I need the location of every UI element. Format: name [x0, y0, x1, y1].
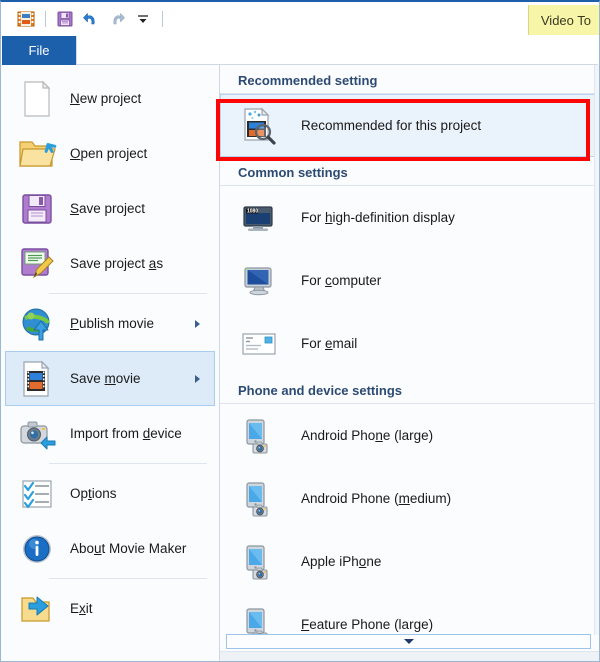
option-label: Apple iPhone — [301, 554, 382, 569]
option-for-email[interactable]: For email — [220, 312, 599, 375]
option-label: Android Phone (large) — [301, 428, 434, 443]
option-feature-phone-large[interactable]: Feature Phone (large) — [220, 593, 599, 635]
option-label: For computer — [301, 273, 382, 288]
menu-item-label: Save project — [70, 201, 146, 216]
section-header-recommended-setting: Recommended setting — [220, 65, 599, 94]
menu-item-new-project[interactable]: New project — [5, 71, 215, 126]
menu-item-label: Save movie — [70, 371, 141, 386]
menu-item-publish-movie[interactable]: Publish movie — [5, 296, 215, 351]
info-icon — [16, 528, 58, 570]
floppy-disk-icon — [16, 188, 58, 230]
camera-import-icon — [16, 413, 58, 455]
open-folder-icon — [16, 133, 58, 175]
quick-access-toolbar: Video To — [0, 0, 600, 36]
phone-camera-icon — [239, 479, 279, 519]
movie-maker-icon[interactable] — [13, 6, 39, 32]
section-header-phone-and-device-settings: Phone and device settings — [220, 375, 599, 404]
option-recommended-for-this-project[interactable]: Recommended for this project — [220, 94, 599, 157]
ribbon-tab-strip-empty — [76, 36, 598, 65]
option-label: Android Phone (medium) — [301, 491, 452, 506]
option-for-computer[interactable]: For computer — [220, 249, 599, 312]
menu-item-label: New project — [70, 91, 142, 106]
menu-item-label: Import from device — [70, 426, 182, 441]
option-android-phone-large[interactable]: Android Phone (large) — [220, 404, 599, 467]
submenu-arrow-icon — [195, 319, 200, 328]
option-label: Recommended for this project — [301, 118, 482, 133]
hd-monitor-1080-icon: 1080 — [239, 198, 279, 238]
chevron-down-icon — [403, 639, 414, 644]
phone-camera-icon — [239, 605, 279, 635]
menu-item-save-project-as[interactable]: Save project as — [5, 236, 215, 291]
redo-icon[interactable] — [104, 6, 130, 32]
floppy-disk-pencil-icon — [16, 243, 58, 285]
phone-camera-icon — [239, 416, 279, 456]
svg-text:1080: 1080 — [247, 208, 258, 214]
menu-item-open-project[interactable]: Open project — [5, 126, 215, 181]
menu-item-import-from-device[interactable]: Import from device — [5, 406, 215, 461]
submenu-arrow-icon — [195, 374, 200, 383]
exit-folder-icon — [16, 588, 58, 630]
save-movie-settings-panel: Recommended setting Recommended for this… — [220, 65, 599, 661]
new-document-icon — [16, 78, 58, 120]
film-document-icon — [16, 358, 58, 400]
save-icon[interactable] — [52, 6, 78, 32]
option-for-high-definition-display[interactable]: 1080 For high-definition display — [220, 186, 599, 249]
menu-separator — [49, 293, 207, 294]
ribbon-tab-strip: File — [0, 36, 600, 65]
option-label: For high-definition display — [301, 210, 455, 225]
phone-camera-icon — [239, 542, 279, 582]
option-android-phone-medium[interactable]: Android Phone (medium) — [220, 467, 599, 530]
menu-separator — [49, 463, 207, 464]
option-label: For email — [301, 336, 358, 351]
settings-scroll-area: Recommended setting Recommended for this… — [220, 65, 599, 635]
vertical-scrollbar[interactable] — [594, 65, 599, 635]
scroll-down-button[interactable] — [226, 634, 591, 649]
computer-monitor-icon — [239, 261, 279, 301]
backstage-view: New project Open project Save project Sa… — [0, 65, 600, 662]
option-label: Feature Phone (large) — [301, 617, 434, 632]
menu-item-label: Exit — [70, 601, 93, 616]
menu-item-save-project[interactable]: Save project — [5, 181, 215, 236]
toolbar-separator-1 — [45, 11, 46, 27]
menu-item-exit[interactable]: Exit — [5, 581, 215, 636]
recommended-settings-icon — [239, 106, 279, 146]
undo-icon[interactable] — [78, 6, 104, 32]
customize-quick-access-icon[interactable] — [130, 6, 156, 32]
globe-upload-icon — [16, 303, 58, 345]
menu-item-label: Open project — [70, 146, 148, 161]
menu-item-about-movie-maker[interactable]: About Movie Maker — [5, 521, 215, 576]
menu-item-label: Publish movie — [70, 316, 155, 331]
menu-separator — [49, 578, 207, 579]
video-tools-contextual-tab[interactable]: Video To — [527, 5, 599, 35]
menu-item-label: Options — [70, 486, 117, 501]
file-menu-list: New project Open project Save project Sa… — [1, 65, 220, 661]
menu-item-label: About Movie Maker — [70, 541, 187, 556]
option-apple-iphone[interactable]: Apple iPhone — [220, 530, 599, 593]
tab-file[interactable]: File — [2, 36, 76, 65]
section-header-common-settings: Common settings — [220, 157, 599, 186]
panel-bottom-edge — [220, 651, 599, 661]
toolbar-separator-2 — [162, 11, 163, 27]
menu-item-options[interactable]: Options — [5, 466, 215, 521]
menu-item-save-movie[interactable]: Save movie — [5, 351, 215, 406]
menu-item-label: Save project as — [70, 256, 164, 271]
movie-maker-window: Video To File New project Open project S… — [0, 0, 600, 662]
checklist-icon — [16, 473, 58, 515]
email-envelope-icon — [239, 324, 279, 364]
